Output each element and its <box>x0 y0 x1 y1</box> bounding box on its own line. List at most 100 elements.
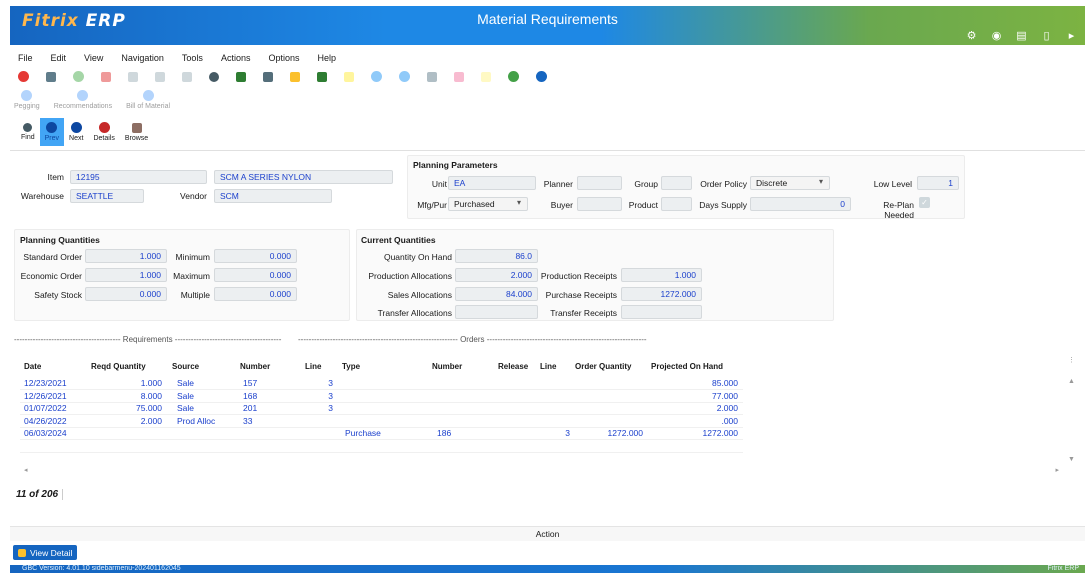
scroll-top-icon[interactable]: ▲ <box>1068 378 1075 385</box>
scroll-down-icon[interactable]: ▼ <box>1068 456 1075 463</box>
paste-icon[interactable] <box>155 71 165 82</box>
standard-order-field[interactable]: 1.000 <box>85 249 167 263</box>
minimum-field[interactable]: 0.000 <box>214 249 297 263</box>
table-cell: 12/26/2021 <box>24 390 67 401</box>
product-field[interactable] <box>661 197 692 211</box>
warehouse-field[interactable]: SEATTLE <box>70 189 144 203</box>
view-detail-button[interactable]: View Detail <box>13 545 78 560</box>
clear-icon[interactable] <box>182 71 192 82</box>
scroll-right-icon[interactable]: ▸ <box>1055 466 1059 474</box>
globe-icon[interactable]: ◉ <box>991 30 1002 42</box>
table-row[interactable]: 12/26/2021 8.000 Sale 168 3 77.000 <box>20 391 743 403</box>
replan-needed-checkbox[interactable]: ✓ <box>919 197 930 208</box>
maximum-field[interactable]: 0.000 <box>214 268 297 282</box>
calendar-icon[interactable] <box>236 71 246 82</box>
delete-icon[interactable] <box>101 71 111 82</box>
item-label: Item <box>47 172 64 182</box>
col-order-quantity[interactable]: Order Quantity <box>575 362 631 371</box>
quantity-on-hand-field[interactable]: 86.0 <box>455 249 538 263</box>
menu-navigation[interactable]: Navigation <box>121 53 164 63</box>
multiple-field[interactable]: 0.000 <box>214 287 297 301</box>
prev-button[interactable]: Prev <box>39 118 65 146</box>
production-allocations-label: Production Allocations <box>368 271 452 281</box>
item-field[interactable]: 12195 <box>70 170 207 184</box>
table-cell: 168 <box>243 390 258 401</box>
horizontal-scrollbar[interactable]: ◂ ▸ <box>20 466 1075 476</box>
browse-button[interactable]: Browse <box>120 118 153 146</box>
menu-tools[interactable]: Tools <box>182 53 203 63</box>
col-line[interactable]: Line <box>305 362 321 371</box>
vertical-scrollbar[interactable]: ⋮ ▲ ▼ <box>1067 356 1077 476</box>
days-supply-field[interactable]: 0 <box>750 197 851 211</box>
table-row[interactable]: 04/26/2022 2.000 Prod Alloc 33 .000 <box>20 416 743 428</box>
transfer-receipts-field[interactable] <box>621 305 702 319</box>
menu-help[interactable]: Help <box>317 53 336 63</box>
divider <box>10 150 1085 151</box>
economic-order-field[interactable]: 1.000 <box>85 268 167 282</box>
table-row[interactable] <box>20 441 743 453</box>
copy-icon[interactable] <box>128 71 138 82</box>
menu-file[interactable]: File <box>18 53 33 63</box>
col-release[interactable]: Release <box>498 362 528 371</box>
scroll-left-icon[interactable]: ◂ <box>24 466 28 474</box>
table-row[interactable]: 12/23/2021 1.000 Sale 157 3 85.000 <box>20 378 743 390</box>
menu-options[interactable]: Options <box>268 53 299 63</box>
purchase-receipts-label: Purchase Receipts <box>545 290 617 300</box>
help-circle-icon[interactable] <box>399 71 410 82</box>
tag-icon[interactable] <box>454 71 464 82</box>
scroll-up-icon[interactable]: ⋮ <box>1068 356 1075 364</box>
transfer-allocations-field[interactable] <box>455 305 538 319</box>
table-row[interactable]: 01/07/2022 75.000 Sale 201 3 2.000 <box>20 403 743 415</box>
next-button[interactable]: Next <box>64 118 88 146</box>
accept-icon[interactable] <box>73 71 84 82</box>
safety-stock-field[interactable]: 0.000 <box>85 287 167 301</box>
print-icon[interactable] <box>46 71 56 82</box>
bill-of-material-button[interactable]: Bill of Material <box>126 90 170 110</box>
search-icon[interactable] <box>209 71 219 82</box>
cancel-icon[interactable] <box>18 71 29 82</box>
view-detail-icon <box>18 548 26 557</box>
col-reqd-quantity[interactable]: Reqd Quantity <box>91 362 146 371</box>
info-icon[interactable] <box>371 71 382 82</box>
col-type[interactable]: Type <box>342 362 360 371</box>
question-icon[interactable] <box>536 71 547 82</box>
order-policy-select[interactable]: Discrete <box>750 176 830 190</box>
menu-edit[interactable]: Edit <box>51 53 67 63</box>
calendar2-icon[interactable] <box>317 71 327 82</box>
attach-icon[interactable] <box>427 71 437 82</box>
document-icon[interactable]: ▤ <box>1016 30 1027 42</box>
col-order-line[interactable]: Line <box>540 362 556 371</box>
notes-icon[interactable] <box>290 71 300 82</box>
play-icon[interactable]: ▸ <box>1066 30 1077 42</box>
new-page-icon[interactable]: ▯ <box>1041 30 1052 42</box>
status-icon[interactable] <box>508 71 519 82</box>
sales-allocations-field[interactable]: 84.000 <box>455 287 538 301</box>
menu-actions[interactable]: Actions <box>221 53 251 63</box>
folder-icon[interactable] <box>481 71 491 82</box>
menu-view[interactable]: View <box>84 53 103 63</box>
mfgpur-select[interactable]: Purchased <box>448 197 528 211</box>
pegging-button[interactable]: Pegging <box>14 90 40 110</box>
purchase-receipts-field[interactable]: 1272.000 <box>621 287 702 301</box>
col-date[interactable]: Date <box>24 362 41 371</box>
production-receipts-field[interactable]: 1.000 <box>621 268 702 282</box>
low-level-field[interactable]: 1 <box>917 176 959 190</box>
details-button[interactable]: Details <box>88 118 119 146</box>
col-number[interactable]: Number <box>240 362 270 371</box>
find-button[interactable]: Find <box>16 118 40 146</box>
buyer-field[interactable] <box>577 197 622 211</box>
settings-icon[interactable]: ⚙ <box>966 30 977 42</box>
planner-field[interactable] <box>577 176 622 190</box>
vendor-field[interactable]: SCM <box>214 189 332 203</box>
note-icon[interactable] <box>344 71 354 82</box>
col-source[interactable]: Source <box>172 362 199 371</box>
group-field[interactable] <box>661 176 692 190</box>
col-projected-on-hand[interactable]: Projected On Hand <box>651 362 723 371</box>
unit-field[interactable]: EA <box>448 176 536 190</box>
col-order-number[interactable]: Number <box>432 362 462 371</box>
production-allocations-field[interactable]: 2.000 <box>455 268 538 282</box>
report-icon[interactable] <box>263 71 273 82</box>
item-description-field[interactable]: SCM A SERIES NYLON <box>214 170 393 184</box>
recommendations-button[interactable]: Recommendations <box>54 90 112 110</box>
table-row[interactable]: 06/03/2024 Purchase 186 3 1272.000 1272.000 <box>20 428 743 440</box>
